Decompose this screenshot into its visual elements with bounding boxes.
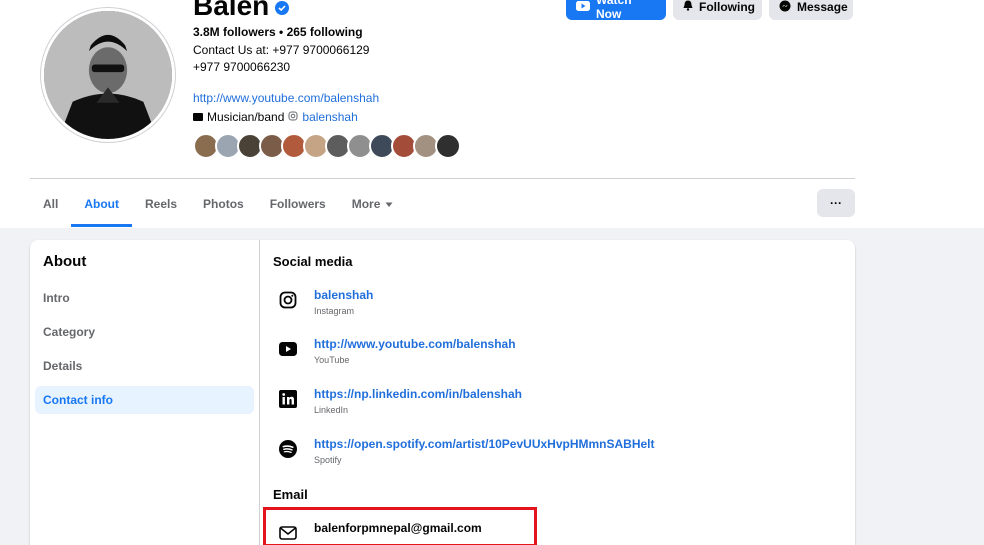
- message-button[interactable]: Message: [769, 0, 853, 20]
- social-entry-linkedin: https://np.linkedin.com/in/balenshah Lin…: [278, 387, 522, 415]
- followers-count[interactable]: 3.8M followers: [193, 25, 276, 39]
- about-nav-category-label: Category: [43, 325, 96, 339]
- profile-name-row: Balen: [193, 0, 290, 22]
- spotify-label: Spotify: [314, 455, 342, 465]
- about-nav-contact-info-label: Contact info: [43, 393, 113, 407]
- watch-now-button[interactable]: Watch Now: [566, 0, 666, 21]
- social-media-heading: Social media: [273, 254, 353, 269]
- instagram-icon: [278, 290, 298, 310]
- about-nav-details[interactable]: Details: [35, 352, 254, 380]
- contact-line-1: Contact Us at: +977 9700066129: [193, 43, 370, 57]
- category-label: Musician/band: [207, 110, 285, 124]
- about-nav-intro[interactable]: Intro: [35, 284, 254, 312]
- instagram-label: Instagram: [314, 306, 355, 316]
- tab-more[interactable]: More: [339, 180, 407, 227]
- watch-now-label: Watch Now: [596, 0, 632, 21]
- message-label: Message: [797, 0, 848, 14]
- category-icon: [193, 110, 203, 124]
- bell-icon: [683, 0, 693, 14]
- instagram-handle[interactable]: balenshah: [302, 110, 357, 124]
- profile-avatar[interactable]: [41, 8, 175, 142]
- messenger-icon: [779, 0, 791, 15]
- verified-badge-icon: [275, 1, 290, 15]
- linkedin-label: LinkedIn: [314, 405, 349, 415]
- profile-name: Balen: [193, 0, 270, 21]
- social-entry-youtube: http://www.youtube.com/balenshah YouTube: [278, 337, 516, 365]
- tab-about[interactable]: About: [71, 180, 132, 227]
- email-heading: Email: [273, 487, 308, 502]
- caret-down-icon: [385, 197, 393, 211]
- tab-reels[interactable]: Reels: [132, 180, 190, 227]
- follower-avatars: [193, 133, 461, 159]
- profile-tabs: All About Reels Photos Followers More: [30, 180, 406, 227]
- about-nav-details-label: Details: [43, 359, 83, 373]
- spotify-icon: [278, 439, 298, 459]
- category-line: Musician/band balenshah: [193, 110, 358, 124]
- following-button[interactable]: Following: [673, 0, 762, 20]
- youtube-icon: [278, 339, 298, 359]
- about-sidebar: About Intro Category Details Contact inf…: [30, 240, 260, 545]
- tab-photos[interactable]: Photos: [190, 180, 257, 227]
- linkedin-icon: [278, 389, 298, 409]
- stats-separator: •: [279, 25, 284, 39]
- youtube-link[interactable]: http://www.youtube.com/balenshah: [314, 337, 516, 351]
- contact-line-2: +977 9700066230: [193, 60, 291, 74]
- more-options-button[interactable]: ···: [817, 189, 855, 217]
- following-label: Following: [699, 0, 755, 14]
- linkedin-link[interactable]: https://np.linkedin.com/in/balenshah: [314, 387, 522, 401]
- follower-avatar[interactable]: [435, 133, 461, 159]
- about-title: About: [43, 253, 87, 270]
- email-highlight-box: [263, 507, 537, 545]
- tab-all-label: All: [43, 196, 59, 211]
- social-entry-instagram: balenshah Instagram: [278, 288, 373, 316]
- tab-followers[interactable]: Followers: [257, 180, 339, 227]
- instagram-link[interactable]: balenshah: [314, 288, 373, 302]
- tab-photos-label: Photos: [203, 196, 244, 211]
- tab-reels-label: Reels: [145, 196, 178, 211]
- tab-more-label: More: [351, 196, 381, 211]
- spotify-link[interactable]: https://open.spotify.com/artist/10PevUUx…: [314, 437, 655, 451]
- about-card: About Intro Category Details Contact inf…: [30, 240, 855, 545]
- tab-followers-label: Followers: [269, 196, 326, 211]
- youtube-label: YouTube: [314, 355, 350, 365]
- about-nav-category[interactable]: Category: [35, 318, 254, 346]
- youtube-play-icon: [576, 0, 590, 14]
- social-entry-spotify: https://open.spotify.com/artist/10PevUUx…: [278, 437, 655, 465]
- follow-stats: 3.8M followers • 265 following: [193, 25, 363, 39]
- tab-about-label: About: [84, 196, 119, 211]
- about-nav-intro-label: Intro: [43, 291, 70, 305]
- header-divider: [30, 178, 855, 179]
- tab-all[interactable]: All: [30, 180, 71, 227]
- about-nav-contact-info[interactable]: Contact info: [35, 386, 254, 414]
- following-count[interactable]: 265 following: [287, 25, 363, 39]
- profile-link[interactable]: http://www.youtube.com/balenshah: [193, 91, 379, 105]
- instagram-icon: [288, 111, 298, 124]
